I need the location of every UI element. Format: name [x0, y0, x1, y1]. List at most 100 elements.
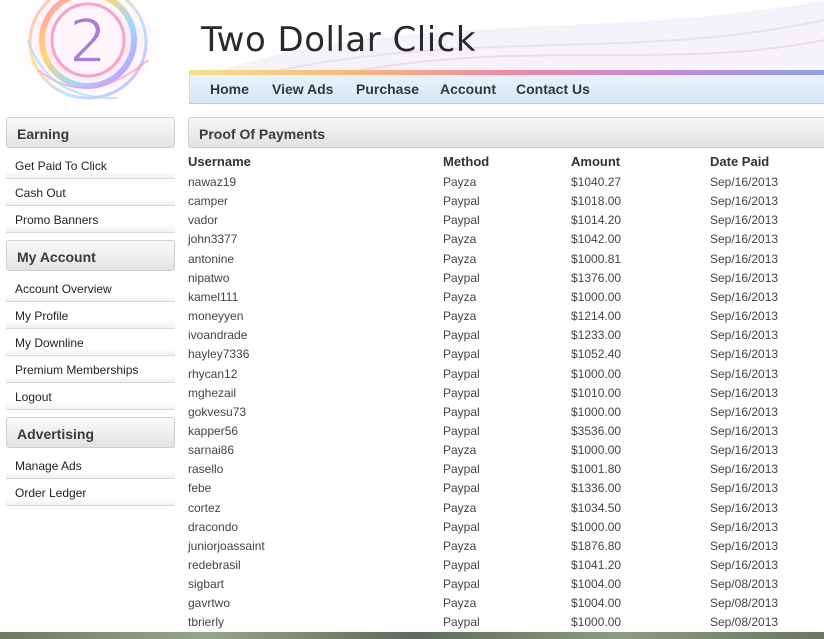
cell-username: john3377: [188, 232, 238, 246]
sidebar-item-manage-ads[interactable]: Manage Ads: [6, 452, 175, 479]
cell-method: Paypal: [443, 386, 480, 400]
cell-date-paid: Sep/16/2013: [710, 213, 779, 227]
page-title: Proof Of Payments: [188, 117, 824, 148]
cell-date-paid: Sep/16/2013: [710, 271, 779, 285]
cell-date-paid: Sep/16/2013: [710, 462, 779, 476]
cell-amount: $1014.20: [571, 213, 622, 227]
nav-view-ads[interactable]: View Ads: [272, 81, 333, 97]
cell-date-paid: Sep/16/2013: [710, 424, 779, 438]
cell-date-paid: Sep/16/2013: [710, 558, 779, 572]
cell-method: Paypal: [443, 271, 480, 285]
site-title: Two Dollar Click: [201, 20, 477, 60]
cell-amount: $1214.00: [571, 309, 622, 323]
sidebar-item-get-paid-to-click[interactable]: Get Paid To Click: [6, 152, 175, 179]
sidebar-item-premium-memberships[interactable]: Premium Memberships: [6, 356, 175, 383]
sidebar-item-promo-banners[interactable]: Promo Banners: [6, 206, 175, 233]
table-row: nawaz19 Payza $1040.27 Sep/16/2013: [188, 175, 824, 193]
cell-date-paid: Sep/08/2013: [710, 577, 779, 591]
nav-contact-us[interactable]: Contact Us: [516, 81, 590, 97]
nav-purchase[interactable]: Purchase: [356, 81, 419, 97]
cell-method: Paypal: [443, 462, 480, 476]
sidebar-item-account-overview[interactable]: Account Overview: [6, 275, 175, 302]
cell-method: Payza: [443, 501, 477, 515]
table-row: dracondo Paypal $1000.00 Sep/16/2013: [188, 520, 824, 538]
cell-date-paid: Sep/16/2013: [710, 443, 779, 457]
cell-date-paid: Sep/08/2013: [710, 615, 779, 629]
sidebar-item-my-downline[interactable]: My Downline: [6, 329, 175, 356]
cell-method: Paypal: [443, 520, 480, 534]
table-row: kamel111 Payza $1000.00 Sep/16/2013: [188, 290, 824, 308]
cell-method: Payza: [443, 175, 477, 189]
cell-date-paid: Sep/08/2013: [710, 596, 779, 610]
table-row: kapper56 Paypal $3536.00 Sep/16/2013: [188, 424, 824, 442]
sidebar-item-order-ledger[interactable]: Order Ledger: [6, 479, 175, 506]
cell-date-paid: Sep/16/2013: [710, 194, 779, 208]
main-nav: Home View Ads Purchase Account Contact U…: [189, 75, 824, 104]
table-row: juniorjoassaint Payza $1876.80 Sep/16/2013: [188, 539, 824, 557]
cell-date-paid: Sep/16/2013: [710, 367, 779, 381]
cell-method: Payza: [443, 596, 477, 610]
table-row: febe Paypal $1336.00 Sep/16/2013: [188, 481, 824, 499]
cell-date-paid: Sep/16/2013: [710, 501, 779, 515]
cell-amount: $1000.81: [571, 252, 622, 266]
cell-username: ivoandrade: [188, 328, 248, 342]
cell-amount: $1004.00: [571, 596, 622, 610]
table-row: redebrasil Paypal $1041.20 Sep/16/2013: [188, 558, 824, 576]
cell-amount: $1336.00: [571, 481, 622, 495]
table-row: hayley7336 Paypal $1052.40 Sep/16/2013: [188, 347, 824, 365]
cell-method: Paypal: [443, 577, 480, 591]
column-header-username: Username: [188, 154, 251, 169]
table-row: mghezail Paypal $1010.00 Sep/16/2013: [188, 386, 824, 404]
cell-date-paid: Sep/16/2013: [710, 252, 779, 266]
cell-amount: $1041.20: [571, 558, 622, 572]
nav-home[interactable]: Home: [210, 81, 249, 97]
table-row: nipatwo Paypal $1376.00 Sep/16/2013: [188, 271, 824, 289]
table-row: sarnai86 Payza $1000.00 Sep/16/2013: [188, 443, 824, 461]
cell-amount: $1018.00: [571, 194, 622, 208]
cell-username: febe: [188, 481, 212, 495]
cell-method: Paypal: [443, 194, 480, 208]
cell-amount: $1010.00: [571, 386, 622, 400]
cell-method: Payza: [443, 252, 477, 266]
column-header-method: Method: [443, 154, 490, 169]
cell-method: Payza: [443, 309, 477, 323]
column-header-amount: Amount: [571, 154, 621, 169]
column-header-date-paid: Date Paid: [710, 154, 770, 169]
cell-amount: $1040.27: [571, 175, 622, 189]
table-row: moneyyen Payza $1214.00 Sep/16/2013: [188, 309, 824, 327]
cell-date-paid: Sep/16/2013: [710, 309, 779, 323]
cell-amount: $3536.00: [571, 424, 622, 438]
cell-date-paid: Sep/16/2013: [710, 347, 779, 361]
cell-username: nawaz19: [188, 175, 237, 189]
cell-date-paid: Sep/16/2013: [710, 175, 779, 189]
table-row: gavrtwo Payza $1004.00 Sep/08/2013: [188, 596, 824, 614]
cell-amount: $1000.00: [571, 615, 622, 629]
sidebar-heading-my-account: My Account: [6, 240, 175, 271]
cell-amount: $1000.00: [571, 290, 622, 304]
cell-username: juniorjoassaint: [188, 539, 265, 553]
cell-amount: $1004.00: [571, 577, 622, 591]
cell-date-paid: Sep/16/2013: [710, 539, 779, 553]
sidebar-item-my-profile[interactable]: My Profile: [6, 302, 175, 329]
table-row: john3377 Payza $1042.00 Sep/16/2013: [188, 232, 824, 250]
cell-amount: $1000.00: [571, 443, 622, 457]
cell-method: Paypal: [443, 558, 480, 572]
sidebar-item-logout[interactable]: Logout: [6, 383, 175, 410]
cell-method: Paypal: [443, 367, 480, 381]
cell-username: kapper56: [188, 424, 239, 438]
nav-account[interactable]: Account: [440, 81, 496, 97]
cell-username: rhycan12: [188, 367, 238, 381]
table-row: cortez Payza $1034.50 Sep/16/2013: [188, 501, 824, 519]
cell-username: dracondo: [188, 520, 239, 534]
cell-amount: $1000.00: [571, 520, 622, 534]
cell-username: rasello: [188, 462, 224, 476]
cell-amount: $1876.80: [571, 539, 622, 553]
table-row: gokvesu73 Paypal $1000.00 Sep/16/2013: [188, 405, 824, 423]
cell-username: moneyyen: [188, 309, 244, 323]
table-row: vador Paypal $1014.20 Sep/16/2013: [188, 213, 824, 231]
cell-amount: $1376.00: [571, 271, 622, 285]
sidebar-item-cash-out[interactable]: Cash Out: [6, 179, 175, 206]
cell-method: Paypal: [443, 615, 480, 629]
site-logo-icon[interactable]: 2: [8, 0, 164, 110]
sidebar-heading-earning: Earning: [6, 117, 175, 148]
